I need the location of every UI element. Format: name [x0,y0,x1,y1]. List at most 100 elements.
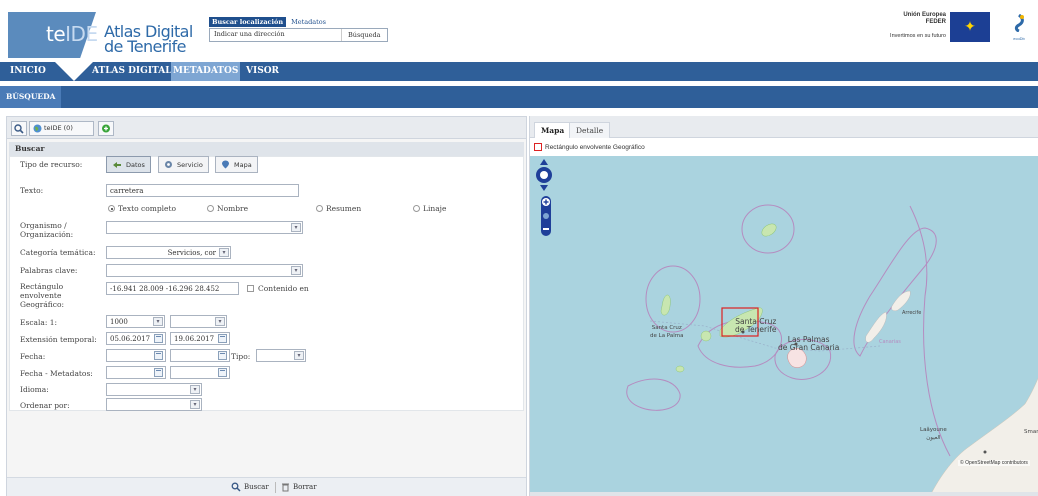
city-dot [983,450,987,454]
chevron-down-icon[interactable]: ▾ [190,385,200,394]
label-arrecife: Arrecife [902,310,922,316]
categoria-select[interactable]: Servicios, cor [106,246,231,259]
calendar-icon[interactable] [218,351,227,360]
app-root: teIDE Atlas Digital de Tenerife Buscar l… [0,0,1038,496]
search-toolbar: teIDE (0) [7,117,526,139]
eez-boundary [645,265,701,333]
busqueda-button[interactable]: Búsqueda [341,29,387,41]
chevron-down-icon[interactable]: ▾ [153,317,163,326]
gov-logo: ecoDb [1004,14,1034,48]
tab-mapa[interactable]: Mapa [534,122,572,138]
tab-buscar-localizacion[interactable]: Buscar localización [209,17,287,27]
resumen-label: Resumen [326,204,362,213]
eu-line2: FEDER [925,19,946,25]
eu-line1: Unión Europea [903,12,946,18]
datos-icon [113,161,121,168]
tab-metadatos-search[interactable]: Metadatos [288,17,329,27]
map-view[interactable]: Santa Cruz de La Palma Santa Cruz de Ten… [530,156,1038,496]
texto-input[interactable]: carretera [106,184,299,197]
rectangulo-input[interactable]: -16.941 28.009 -16.296 28.452 [106,282,239,295]
site-logo[interactable]: teIDE Atlas Digital de Tenerife [0,8,200,60]
map-attribution[interactable]: © OpenStreetMap contributors [958,460,1030,466]
gear-icon [165,161,172,168]
search-tabs: Buscar localización Metadatos [209,17,329,27]
subnav-item-busqueda[interactable]: BÚSQUEDA [0,86,62,108]
chevron-down-icon[interactable]: ▾ [294,351,304,360]
chevron-down-icon[interactable]: ▾ [219,248,229,257]
label-line: العيون [926,435,941,441]
island-el-hierro [675,365,685,373]
buscar-label: Buscar [244,483,269,491]
header: teIDE Atlas Digital de Tenerife Buscar l… [0,0,1038,62]
buscar-button[interactable]: Buscar [231,482,269,492]
resource-mapa-button[interactable]: Mapa [215,156,258,173]
mapa-label: Mapa [234,160,252,169]
nav-item-inicio[interactable]: INICIO [8,62,48,81]
add-catalog-button[interactable] [98,121,114,136]
eu-flag-icon: ✦ [950,12,990,42]
logo-te: te [46,22,66,46]
teide-tab-button[interactable]: teIDE (0) [29,121,94,136]
categoria-label: Categoría temática: [20,248,96,257]
label-line: Laâyoune [920,427,947,433]
zoom-control-icon[interactable] [540,196,552,236]
servicio-label: Servicio [177,160,203,169]
nav-item-visor[interactable]: VISOR [244,62,281,81]
idioma-select[interactable] [106,383,202,396]
gov-mark-icon [1014,14,1024,32]
island-selvagens [761,223,777,237]
label-smara: Smar [1024,429,1038,435]
nav-item-metadatos[interactable]: METADATOS [171,62,241,81]
chevron-down-icon[interactable]: ▾ [190,400,200,409]
ordenar-label: Ordenar por: [20,401,70,410]
logo-atlas-title: Atlas Digital de Tenerife [104,24,193,56]
contenido-checkbox[interactable] [247,285,254,292]
fecha-label: Fecha: [20,352,46,361]
search-actions-bar: Buscar Borrar [7,477,526,496]
rect-label-line1: Rectángulo [20,282,64,291]
organismo-label: Organismo / Organización: [20,221,73,239]
teide-tab-label: teIDE (0) [44,124,73,132]
calendar-icon[interactable] [154,368,163,377]
chevron-down-icon[interactable]: ▾ [291,223,301,232]
palabras-clave-select[interactable] [106,264,303,277]
contenido-label: Contenido en [258,284,309,293]
borrar-button[interactable]: Borrar [281,482,317,492]
chevron-down-icon[interactable]: ▾ [291,266,301,275]
magnifier-tab-button[interactable] [11,121,27,136]
calendar-icon[interactable] [218,368,227,377]
tab-detalle[interactable]: Detalle [569,122,611,138]
search-icon [14,124,24,134]
label-canarias: Canarias [879,339,901,345]
pan-control-icon[interactable] [535,159,553,191]
main-nav: INICIO ATLAS DIGITAL METADATOS VISOR [0,62,1038,81]
datos-label: Datos [126,160,145,169]
logo-atlas-line2: de Tenerife [104,37,186,56]
radio-nombre[interactable] [207,205,214,212]
label-santa-cruz-palma: Santa Cruz de La Palma [650,324,684,340]
borrar-label: Borrar [293,483,317,491]
calendar-icon[interactable] [218,334,227,343]
eu-text: Unión Europea FEDER Invertimos en su fut… [890,12,946,40]
island-la-gomera [700,330,712,342]
resource-servicio-button[interactable]: Servicio [158,156,209,173]
calendar-icon[interactable] [154,351,163,360]
ordenar-select[interactable] [106,398,202,411]
radio-linaje[interactable] [413,205,420,212]
organismo-label-line2: Organización: [20,230,74,239]
organismo-select[interactable] [106,221,303,234]
nav-item-atlas-digital[interactable]: ATLAS DIGITAL [90,62,174,81]
radio-resumen[interactable] [316,205,323,212]
calendar-icon[interactable] [154,334,163,343]
logo-ide: IDE [65,22,98,46]
resource-datos-button[interactable]: Datos [106,156,151,173]
logo-teide: teIDE [46,22,98,46]
legend-label: Rectángulo envolvente Geográfico [545,143,645,151]
tipo-label: Tipo: [231,352,251,361]
escala-label: Escala: 1: [20,318,58,327]
label-laayoune: Laâyoune العيون [920,426,947,442]
chevron-down-icon[interactable]: ▾ [215,317,225,326]
radio-texto-completo[interactable] [108,205,115,212]
trash-icon [282,483,289,492]
organismo-label-line1: Organismo / [20,221,67,230]
